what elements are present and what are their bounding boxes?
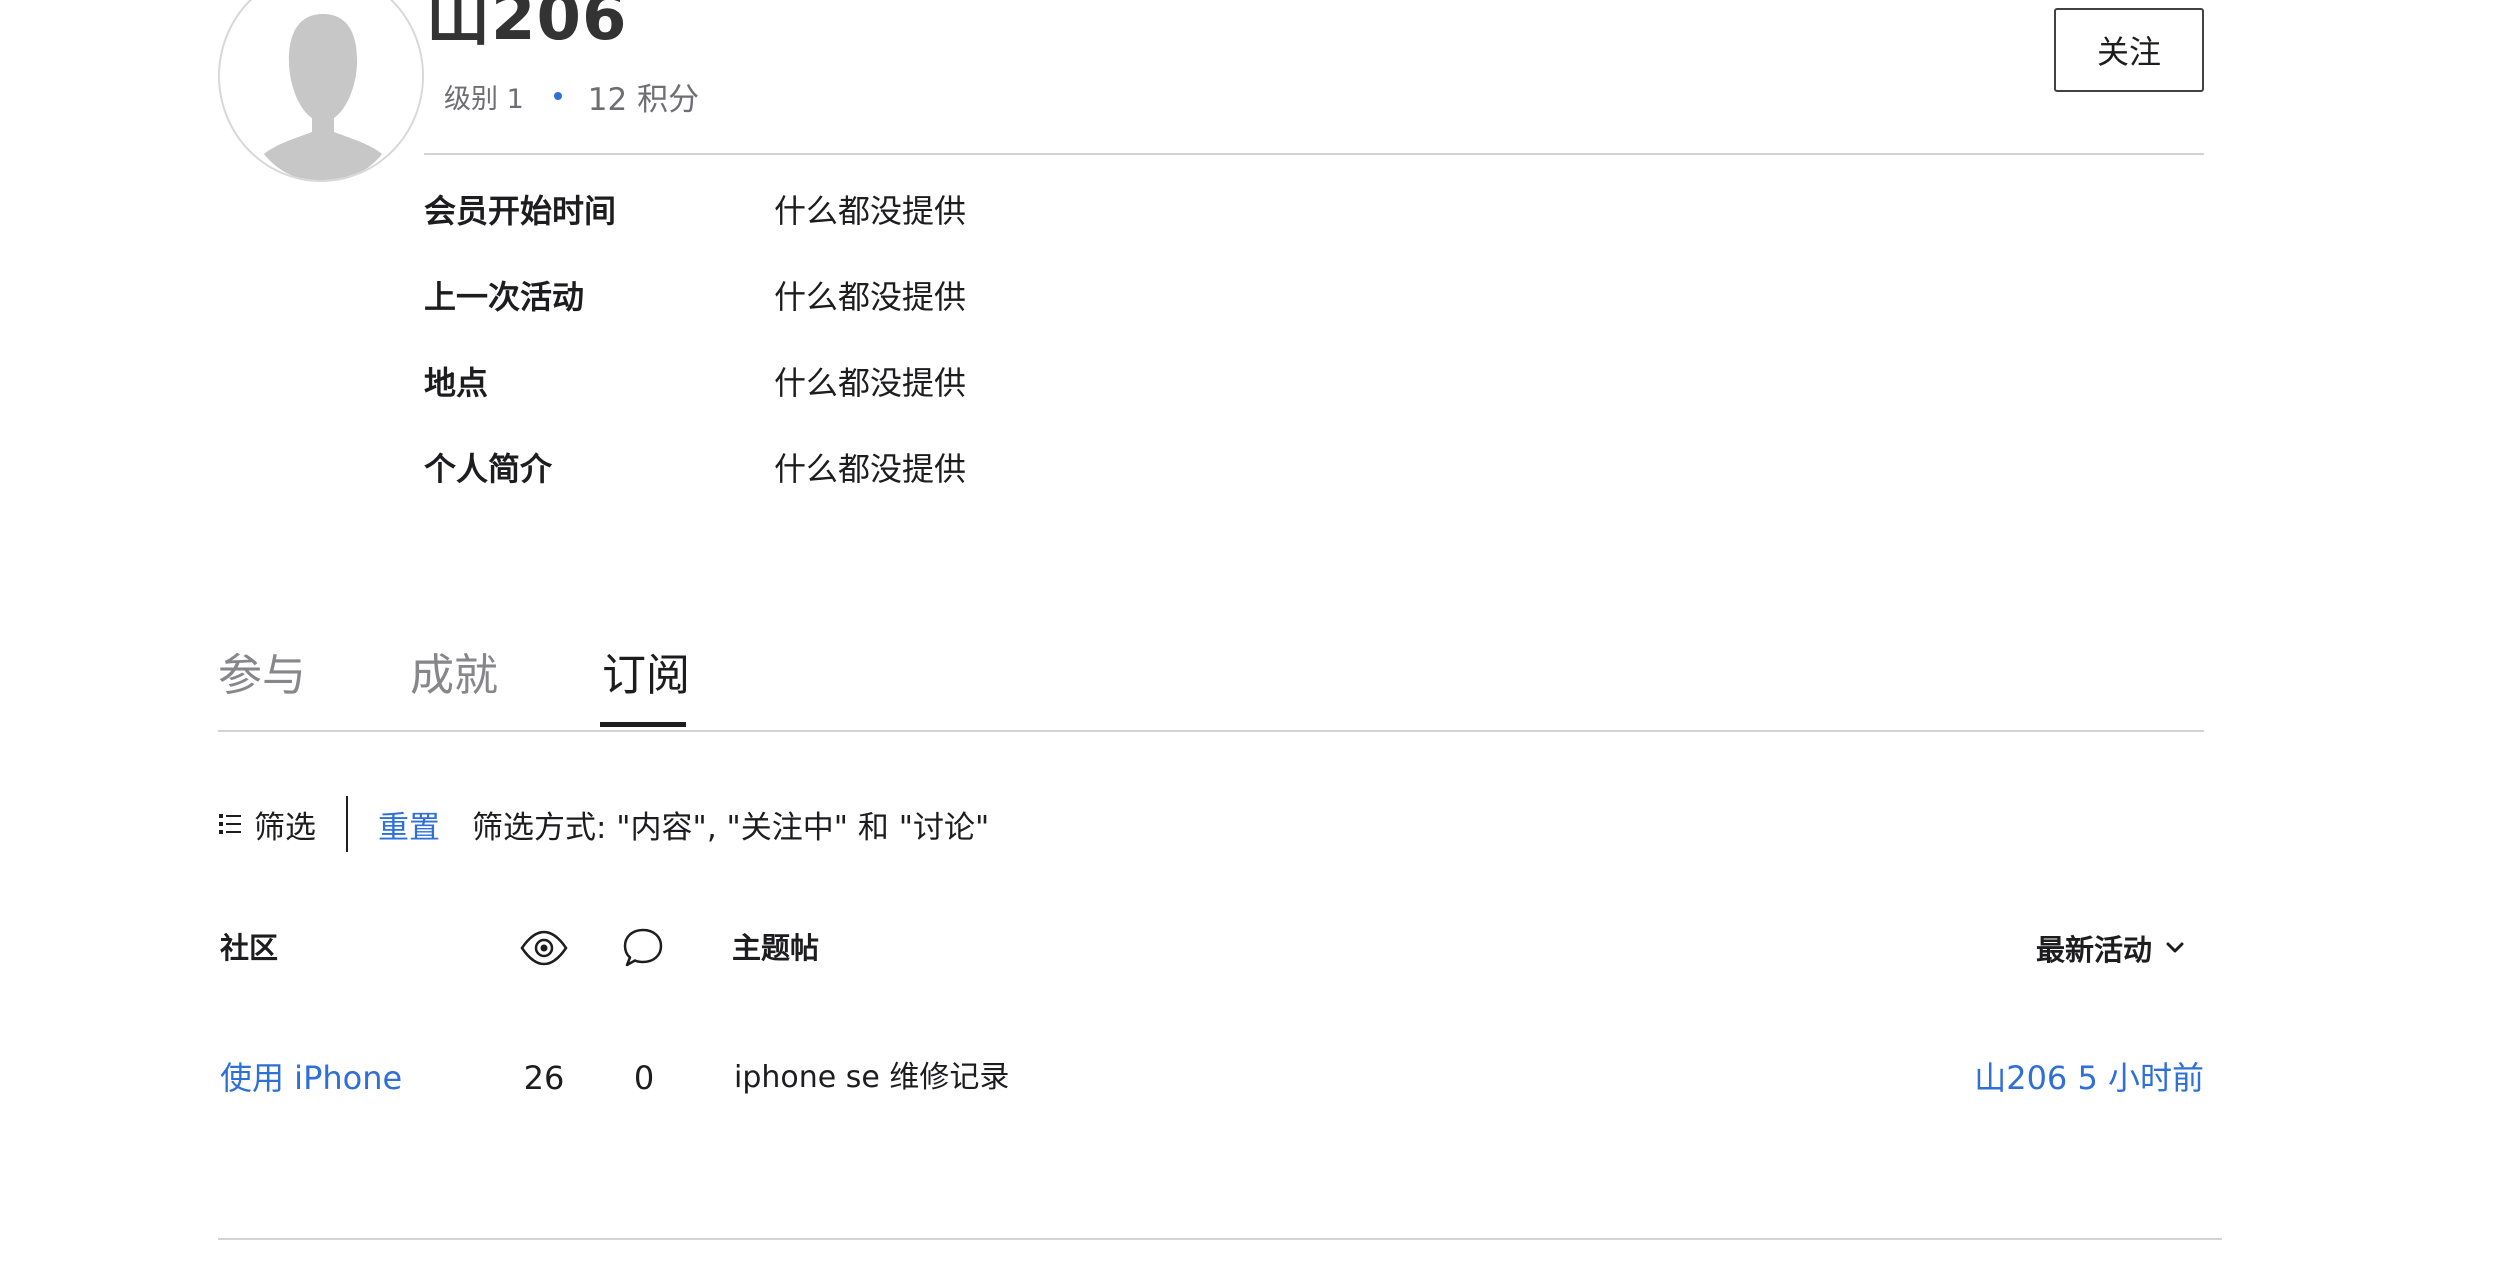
- info-value: 什么都没提供: [774, 364, 967, 402]
- filter-bar: 筛选 重置 筛选方式: "内容", "关注中" 和 "讨论": [218, 796, 989, 852]
- profile-tabs: 参与 成就 订阅: [218, 638, 2204, 728]
- profile-page: 山206 级别 1 12 积分 关注 会员开始时间 什么都没提供 上一次活动 什…: [0, 0, 2518, 1286]
- info-value: 什么都没提供: [774, 192, 967, 230]
- info-value: 什么都没提供: [774, 450, 967, 488]
- info-label: 会员开始时间: [424, 192, 617, 230]
- info-row-last-activity: 上一次活动 什么都没提供: [424, 272, 1624, 322]
- row-view-count: 26: [523, 1059, 565, 1097]
- row-reply-count: 0: [633, 1059, 655, 1097]
- table-bottom-divider: [218, 1238, 2222, 1240]
- filter-separator: [346, 796, 348, 852]
- avatar: [218, 0, 424, 182]
- reset-link[interactable]: 重置: [378, 802, 440, 847]
- filter-button[interactable]: 筛选: [218, 802, 316, 847]
- filter-button-label: 筛选: [254, 809, 316, 846]
- filter-description: 筛选方式: "内容", "关注中" 和 "讨论": [472, 809, 990, 846]
- list-filter-icon: [219, 814, 241, 834]
- header-divider: [424, 153, 2204, 155]
- sort-label: 最新活动: [2036, 933, 2153, 967]
- comment-bubble-icon: [622, 926, 664, 974]
- tab-achievements[interactable]: 成就: [410, 638, 498, 714]
- user-level: 级别 1: [444, 83, 524, 115]
- active-tab-indicator: [600, 722, 686, 727]
- info-row-location: 地点 什么都没提供: [424, 358, 1624, 408]
- info-row-member-since: 会员开始时间 什么都没提供: [424, 186, 1624, 236]
- column-header-topic: 主题帖: [732, 931, 820, 965]
- row-community-link[interactable]: 使用 iPhone: [220, 1052, 402, 1104]
- info-value: 什么都没提供: [774, 278, 967, 316]
- default-person-icon: [221, 0, 422, 180]
- user-meta: 级别 1 12 积分: [444, 72, 699, 120]
- column-header-community: 社区: [220, 931, 279, 965]
- sort-dropdown[interactable]: 最新活动: [2036, 924, 2184, 972]
- chevron-down-icon: [2166, 942, 2184, 953]
- info-label: 上一次活动: [424, 278, 585, 316]
- tab-participation[interactable]: 参与: [218, 638, 306, 714]
- row-latest-activity-link[interactable]: 山206 5 小时前: [1974, 1052, 2204, 1104]
- eye-icon: [520, 926, 568, 974]
- tabs-divider: [218, 730, 2204, 732]
- info-row-bio: 个人简介 什么都没提供: [424, 444, 1624, 494]
- tab-subscriptions[interactable]: 订阅: [602, 638, 690, 714]
- user-points: 12 积分: [587, 81, 700, 118]
- username: 山206: [426, 0, 628, 55]
- row-topic-link[interactable]: iphone se 维修记录: [734, 1052, 1009, 1104]
- info-label: 个人简介: [424, 450, 553, 488]
- follow-button[interactable]: 关注: [2054, 8, 2204, 92]
- separator-dot: [553, 92, 562, 100]
- info-label: 地点: [424, 364, 489, 402]
